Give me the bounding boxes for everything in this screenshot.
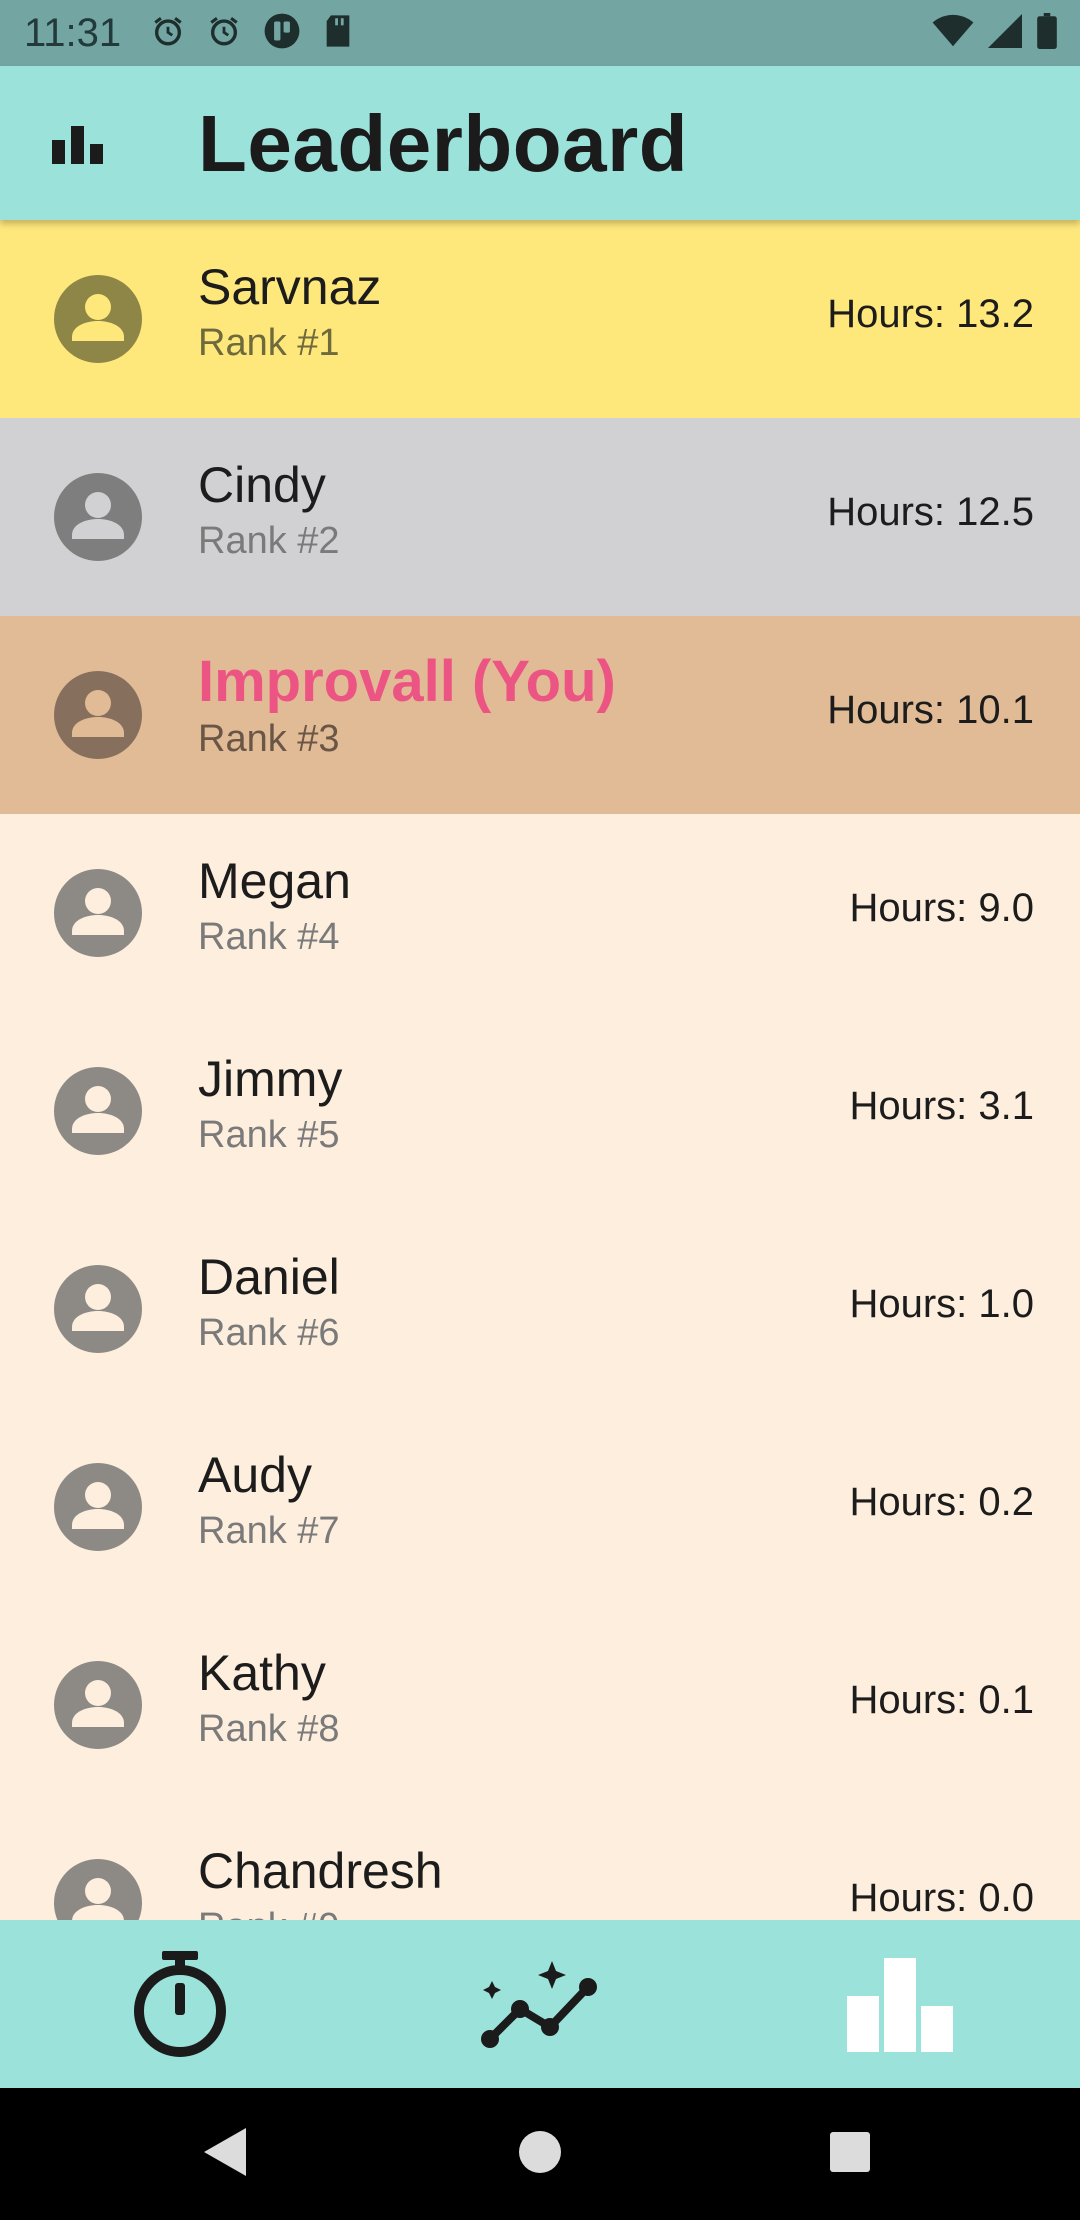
sd-card-icon [323,14,353,53]
back-icon [202,2126,250,2183]
battery-icon [1036,12,1058,54]
entry-rank: Rank #6 [198,1312,340,1354]
leaderboard-icon[interactable] [50,118,106,171]
app-bar: Leaderboard [0,66,1080,220]
entry-name: Megan [198,853,351,909]
entry-hours: Hours: 3.1 [849,1084,1034,1128]
avatar-icon [54,1265,142,1353]
entry-name: Cindy [198,457,326,513]
insights-icon [480,1959,600,2054]
bottom-navigation [0,1920,1080,2088]
leaderboard-row-rank-3-current-user[interactable]: Improvall (You) Rank #3 Hours: 10.1 [0,616,1080,814]
entry-hours: Hours: 10.1 [827,688,1034,732]
entry-name: Audy [198,1447,312,1503]
avatar-icon [54,275,142,363]
leaderboard-list[interactable]: Sarvnaz Rank #1 Hours: 13.2 Cindy Rank #… [0,220,1080,1920]
entry-hours: Hours: 0.1 [849,1678,1034,1722]
wifi-icon [932,14,974,53]
avatar-icon [54,1661,142,1749]
avatar-icon [54,1067,142,1155]
leaderboard-row-rank-4[interactable]: Megan Rank #4 Hours: 9.0 [0,814,1080,1012]
entry-name: Daniel [198,1249,340,1305]
avatar-icon [54,1859,142,1920]
entry-rank: Rank #3 [198,718,340,760]
entry-rank: Rank #5 [198,1114,340,1156]
entry-hours: Hours: 1.0 [849,1282,1034,1326]
status-time: 11:31 [24,10,122,55]
entry-rank: Rank #2 [198,520,340,562]
entry-rank: Rank #8 [198,1708,340,1750]
alarm-icon [207,14,241,53]
entry-rank: Rank #4 [198,916,340,958]
back-button[interactable] [196,2124,256,2184]
entry-name: Improvall (You) [198,649,616,714]
leaderboard-row-rank-7[interactable]: Audy Rank #7 Hours: 0.2 [0,1408,1080,1606]
entry-hours: Hours: 12.5 [827,490,1034,534]
recents-button[interactable] [820,2124,880,2184]
leaderboard-row-rank-2[interactable]: Cindy Rank #2 Hours: 12.5 [0,418,1080,616]
entry-name: Kathy [198,1645,326,1701]
nav-insights-button[interactable] [480,1946,600,2066]
leaderboard-icon [845,1956,955,2057]
entry-name: Jimmy [198,1051,343,1107]
leaderboard-row-rank-9[interactable]: Chandresh Rank #9 Hours: 0.0 [0,1804,1080,1920]
nav-leaderboard-button[interactable] [840,1946,960,2066]
entry-rank: Rank #9 [198,1906,340,1920]
home-icon [517,2129,563,2180]
page-title: Leaderboard [198,99,689,188]
avatar-icon [54,473,142,561]
leaderboard-row-rank-8[interactable]: Kathy Rank #8 Hours: 0.1 [0,1606,1080,1804]
status-bar: 11:31 [0,0,1080,66]
entry-hours: Hours: 9.0 [849,886,1034,930]
system-navigation-bar [0,2088,1080,2220]
signal-icon [988,13,1022,53]
app-icon [263,12,301,55]
leaderboard-row-rank-6[interactable]: Daniel Rank #6 Hours: 1.0 [0,1210,1080,1408]
nav-timer-button[interactable] [120,1946,240,2066]
leaderboard-row-rank-1[interactable]: Sarvnaz Rank #1 Hours: 13.2 [0,220,1080,418]
avatar-icon [54,671,142,759]
entry-hours: Hours: 0.2 [849,1480,1034,1524]
entry-rank: Rank #7 [198,1510,340,1552]
entry-name: Sarvnaz [198,259,382,315]
alarm-icon [151,14,185,53]
leaderboard-row-rank-5[interactable]: Jimmy Rank #5 Hours: 3.1 [0,1012,1080,1210]
home-button[interactable] [510,2124,570,2184]
recents-icon [828,2130,872,2179]
entry-rank: Rank #1 [198,322,340,364]
timer-icon [130,1949,230,2064]
entry-name: Chandresh [198,1843,443,1899]
avatar-icon [54,1463,142,1551]
entry-hours: Hours: 13.2 [827,292,1034,336]
entry-hours: Hours: 0.0 [849,1876,1034,1920]
avatar-icon [54,869,142,957]
